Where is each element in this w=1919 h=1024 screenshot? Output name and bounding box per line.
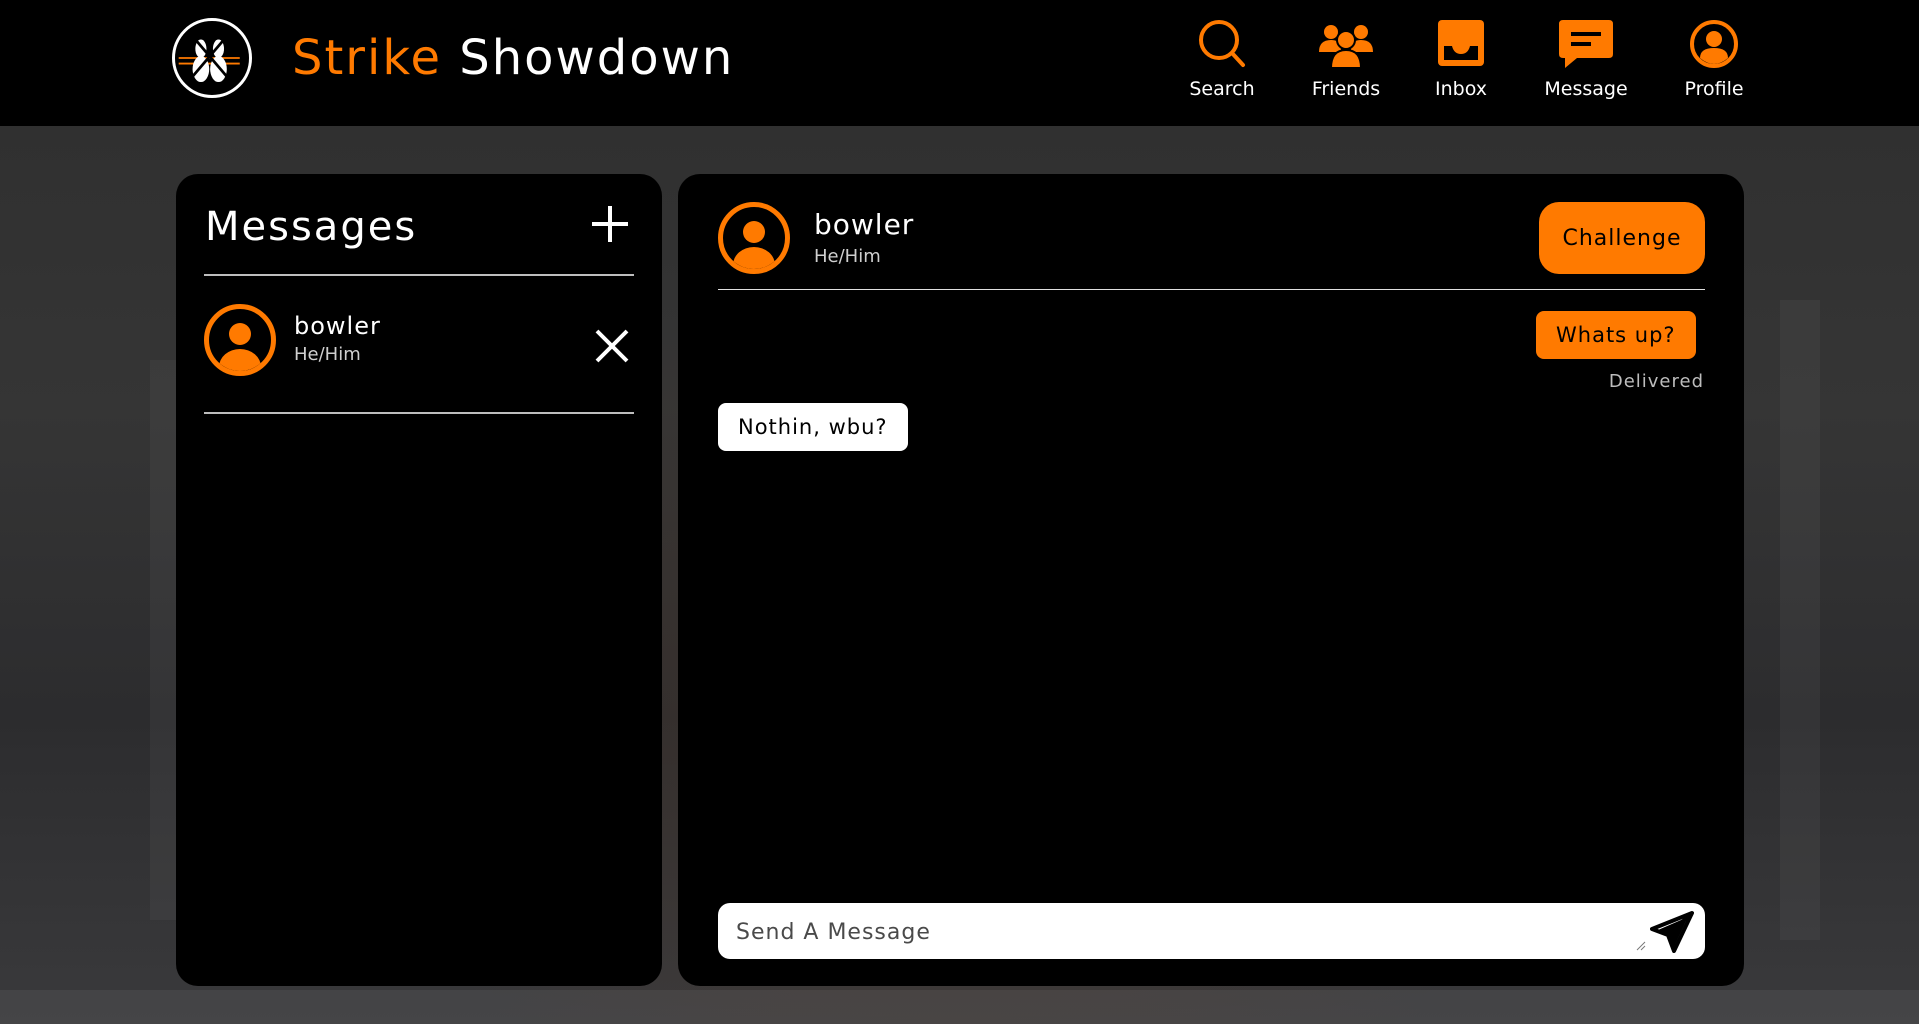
- nav-profile-label: Profile: [1684, 78, 1744, 100]
- avatar-head: [229, 323, 251, 345]
- send-icon[interactable]: [1650, 911, 1694, 953]
- conversation-divider: [204, 412, 634, 414]
- conversation-list-panel: Messages bowler He/Him: [176, 174, 662, 986]
- nav-friends[interactable]: Friends: [1311, 18, 1381, 108]
- inbox-icon: [1438, 20, 1484, 66]
- search-icon: [1199, 20, 1245, 67]
- nav-message[interactable]: Message: [1543, 18, 1629, 108]
- challenge-button[interactable]: Challenge: [1539, 202, 1705, 274]
- brand-word-1: Strike: [292, 30, 442, 86]
- new-message-plus-icon[interactable]: [590, 204, 630, 244]
- message-icon: [1559, 20, 1613, 68]
- nav-inbox[interactable]: Inbox: [1433, 18, 1489, 108]
- chat-contact-pronouns: He/Him: [814, 246, 881, 267]
- contact-pronouns: He/Him: [294, 344, 361, 365]
- brand-word-2: Showdown: [459, 30, 735, 86]
- nav-search-label: Search: [1189, 78, 1255, 100]
- nav-message-label: Message: [1544, 78, 1628, 100]
- close-icon[interactable]: [594, 328, 630, 364]
- nav-inbox-label: Inbox: [1435, 78, 1487, 100]
- outgoing-message: Whats up?: [1536, 311, 1696, 359]
- profile-icon: [1690, 20, 1738, 68]
- background-stripe: [1780, 300, 1820, 940]
- avatar-head: [743, 221, 765, 243]
- bowling-pins-logo-icon: [175, 21, 243, 89]
- top-header: Strike Showdown Search Friends Inbox Mes…: [0, 0, 1919, 126]
- chat-contact-name: bowler: [814, 208, 915, 241]
- background-stripe: [0, 990, 1919, 1024]
- conversation-item[interactable]: bowler He/Him: [204, 304, 634, 384]
- avatar: [204, 304, 276, 376]
- contact-name: bowler: [294, 312, 381, 340]
- nav-profile[interactable]: Profile: [1683, 18, 1745, 108]
- avatar-body: [219, 349, 261, 371]
- nav-friends-label: Friends: [1311, 78, 1381, 100]
- avatar-body: [733, 247, 775, 269]
- chat-panel: bowler He/Him Challenge Whats up? Delive…: [678, 174, 1744, 986]
- heading-divider: [204, 274, 634, 276]
- resize-grip-icon[interactable]: [1636, 941, 1646, 951]
- friends-icon: [1319, 25, 1373, 69]
- app-title: Strike Showdown: [292, 30, 734, 86]
- incoming-message: Nothin, wbu?: [718, 403, 908, 451]
- logo[interactable]: [172, 18, 252, 98]
- chat-header-divider: [718, 289, 1705, 290]
- messages-heading: Messages: [205, 204, 418, 250]
- message-composer: [718, 903, 1705, 959]
- message-input[interactable]: [734, 911, 1618, 953]
- delivery-status: Delivered: [1608, 371, 1704, 392]
- nav-search[interactable]: Search: [1188, 18, 1256, 108]
- chat-avatar[interactable]: [718, 202, 790, 274]
